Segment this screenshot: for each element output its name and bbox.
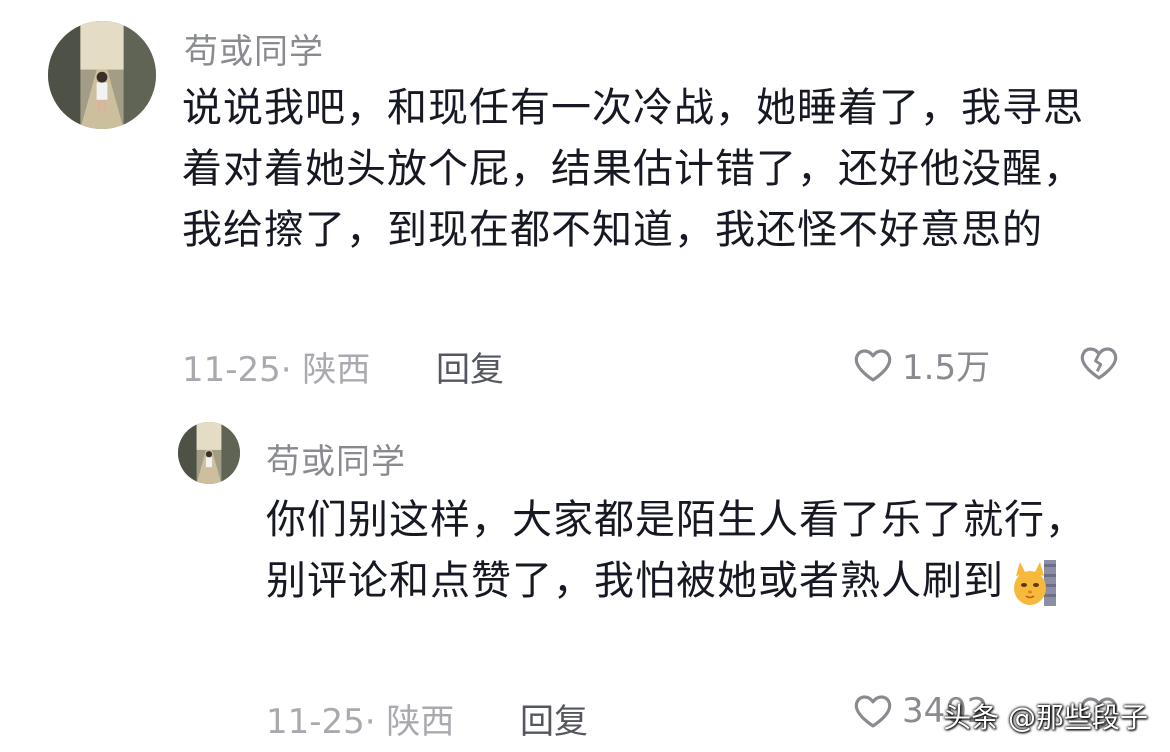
comment-username[interactable]: 苟或同学 — [266, 434, 406, 483]
comment-text: 你们别这样，大家都是陌生人看了乐了就行，别评论和点赞了，我怕被她或者熟人刷到 — [266, 490, 1096, 612]
avatar-photo — [48, 21, 156, 129]
like-count: 1.5万 — [902, 348, 991, 388]
avatar[interactable] — [178, 422, 240, 484]
dislike-button[interactable] — [1078, 342, 1120, 384]
cat-peek-emoji-icon — [1010, 558, 1060, 608]
comment-username[interactable]: 苟或同学 — [184, 24, 324, 73]
comment-meta: 11-25· 陕西 — [182, 350, 371, 390]
avatar-photo — [178, 422, 240, 484]
like-button[interactable]: 1.5万 — [852, 340, 990, 389]
reply-button[interactable]: 回复 — [520, 694, 588, 743]
reply-button[interactable]: 回复 — [436, 342, 504, 391]
avatar[interactable] — [48, 21, 156, 129]
watermark: 头条 @那些段子 — [943, 701, 1148, 734]
comment-text: 说说我吧，和现任有一次冷战，她睡着了，我寻思着对着她头放个屁，结果估计错了，还好… — [182, 85, 1084, 253]
comment-body: 你们别这样，大家都是陌生人看了乐了就行，别评论和点赞了，我怕被她或者熟人刷到 — [266, 497, 1086, 604]
heart-outline-icon — [852, 690, 894, 732]
comment-meta: 11-25· 陕西 — [266, 702, 455, 742]
broken-heart-icon — [1078, 342, 1120, 384]
heart-outline-icon — [852, 344, 894, 386]
